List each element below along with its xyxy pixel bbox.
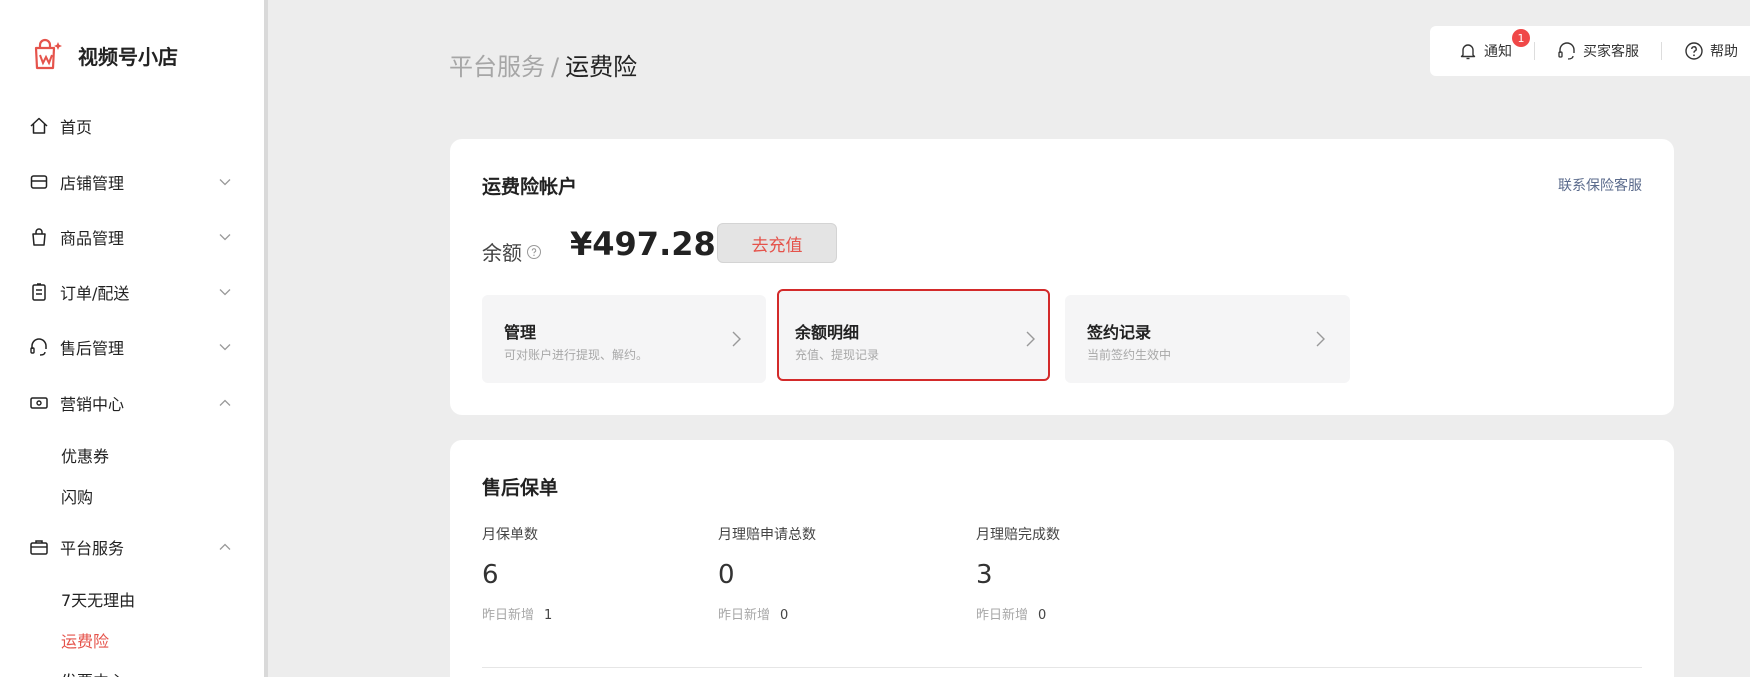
briefcase-icon <box>28 536 50 558</box>
bell-icon <box>1460 44 1476 60</box>
stat-monthly-claims-completed: 月理赔完成数 3 昨日新增 0 <box>976 524 1060 623</box>
contact-insurance-service-link[interactable]: 联系保险客服 <box>1558 175 1642 195</box>
divider <box>1661 42 1662 60</box>
divider <box>1534 42 1535 60</box>
help-circle-icon <box>1685 42 1703 60</box>
balance-label-group: 余额 <box>482 237 542 266</box>
stat-increase-value: 1 <box>544 608 553 623</box>
help-circle-icon[interactable] <box>526 244 542 260</box>
tile-balance-detail[interactable]: 余额明细 充值、提现记录 <box>777 289 1050 381</box>
sub-item-7day-return[interactable]: 7天无理由 <box>61 587 135 611</box>
stat-value: 0 <box>718 560 735 590</box>
chevron-right-icon <box>1316 331 1325 347</box>
tile-subtitle: 可对账户进行提现、解约。 <box>504 348 649 362</box>
app-logo[interactable]: 视频号小店 <box>30 38 178 72</box>
stat-label: 月理赔申请总数 <box>718 527 816 543</box>
help-button[interactable]: 帮助 <box>1684 41 1738 61</box>
card-title: 运费险帐户 <box>482 176 578 198</box>
nav-item-marketing[interactable]: 营销中心 <box>28 388 240 418</box>
tile-manage[interactable]: 管理 可对账户进行提现、解约。 <box>482 295 766 383</box>
chevron-down-icon <box>219 344 231 351</box>
sub-item-invoice-center[interactable]: 发票中心 <box>61 668 125 677</box>
ticket-icon <box>28 392 50 414</box>
stat-label: 月理赔完成数 <box>976 527 1060 543</box>
nav-item-store[interactable]: 店铺管理 <box>28 167 240 197</box>
nav-item-products[interactable]: 商品管理 <box>28 222 240 252</box>
sub-item-flash-sale[interactable]: 闪购 <box>61 484 93 508</box>
nav-label: 订单/配送 <box>60 284 130 303</box>
chevron-up-icon <box>219 399 231 406</box>
breadcrumb-separator: / <box>551 53 560 81</box>
nav-item-platform-service[interactable]: 平台服务 <box>28 532 240 562</box>
chevron-down-icon <box>219 234 231 241</box>
sub-item-coupon[interactable]: 优惠券 <box>61 443 109 467</box>
nav-label: 售后管理 <box>60 339 125 358</box>
store-icon <box>28 171 50 193</box>
stat-increase: 昨日新增 1 <box>482 604 552 623</box>
stat-increase-label: 昨日新增 <box>718 608 771 623</box>
nav-item-aftersale[interactable]: 售后管理 <box>28 332 240 362</box>
chevron-up-icon <box>219 543 231 550</box>
nav-label: 首页 <box>60 118 93 137</box>
page-title: 运费险 <box>565 53 638 81</box>
tile-subtitle: 当前签约生效中 <box>1087 348 1172 362</box>
stat-monthly-policies: 月保单数 6 昨日新增 1 <box>482 524 552 623</box>
divider <box>482 667 1642 668</box>
card-title: 售后保单 <box>482 477 559 499</box>
breadcrumb: 平台服务 / 运费险 <box>449 47 637 82</box>
stat-monthly-claims: 月理赔申请总数 0 昨日新增 0 <box>718 524 816 623</box>
notification-button[interactable]: 通知 1 <box>1458 29 1530 61</box>
tile-signing-record[interactable]: 签约记录 当前签约生效中 <box>1065 295 1350 383</box>
headset-icon <box>28 336 50 358</box>
chevron-down-icon <box>219 179 231 186</box>
balance-value: ¥497.28 <box>570 225 716 263</box>
bag-icon <box>28 226 50 248</box>
nav-label: 营销中心 <box>60 395 125 414</box>
aftersale-policy-card: 售后保单 月保单数 6 昨日新增 1 月理赔申请总数 0 昨日新增 0 月理赔完成数… <box>450 440 1674 677</box>
stat-increase-value: 0 <box>780 608 789 623</box>
nav-item-home[interactable]: 首页 <box>28 111 240 141</box>
shop-bag-icon <box>34 38 62 70</box>
sidebar: 视频号小店 首页 店铺管理 商品管理 订单/配送 售后管理 营销中心 优惠券 闪… <box>0 0 268 677</box>
notification-badge: 1 <box>1512 29 1530 47</box>
app-name: 视频号小店 <box>78 44 178 69</box>
chevron-down-icon <box>219 289 231 296</box>
balance-label: 余额 <box>482 241 522 265</box>
sub-item-shipping-insurance[interactable]: 运费险 <box>61 628 109 652</box>
tile-title: 管理 <box>504 323 537 342</box>
stat-increase-value: 0 <box>1038 608 1047 623</box>
notification-label: 通知 <box>1484 44 1512 60</box>
breadcrumb-parent[interactable]: 平台服务 <box>449 53 545 81</box>
stat-increase-label: 昨日新增 <box>482 608 535 623</box>
stat-value: 3 <box>976 560 993 590</box>
buyer-service-label: 买家客服 <box>1583 44 1639 60</box>
top-toolbar: 通知 1 买家客服 帮助 <box>1430 26 1750 76</box>
home-icon <box>28 115 50 137</box>
headset-icon <box>1558 42 1575 60</box>
stat-increase: 昨日新增 0 <box>718 604 816 623</box>
recharge-button[interactable]: 去充值 <box>717 223 837 263</box>
stat-label: 月保单数 <box>482 527 538 543</box>
nav-label: 商品管理 <box>60 229 125 248</box>
clipboard-icon <box>28 281 50 303</box>
stat-increase-label: 昨日新增 <box>976 608 1029 623</box>
chevron-right-icon <box>1026 331 1035 347</box>
nav-item-orders[interactable]: 订单/配送 <box>28 277 240 307</box>
tile-subtitle: 充值、提现记录 <box>795 348 880 362</box>
stat-increase: 昨日新增 0 <box>976 604 1060 623</box>
help-label: 帮助 <box>1710 44 1738 60</box>
tile-title: 余额明细 <box>795 323 860 342</box>
tile-title: 签约记录 <box>1087 323 1152 342</box>
nav-label: 店铺管理 <box>60 174 125 193</box>
buyer-service-button[interactable]: 买家客服 <box>1557 41 1639 61</box>
shipping-insurance-account-card: 运费险帐户 联系保险客服 余额 ¥497.28 去充值 管理 可对账户进行提现、… <box>450 139 1674 415</box>
stat-value: 6 <box>482 560 499 590</box>
nav-label: 平台服务 <box>60 539 125 558</box>
chevron-right-icon <box>732 331 741 347</box>
